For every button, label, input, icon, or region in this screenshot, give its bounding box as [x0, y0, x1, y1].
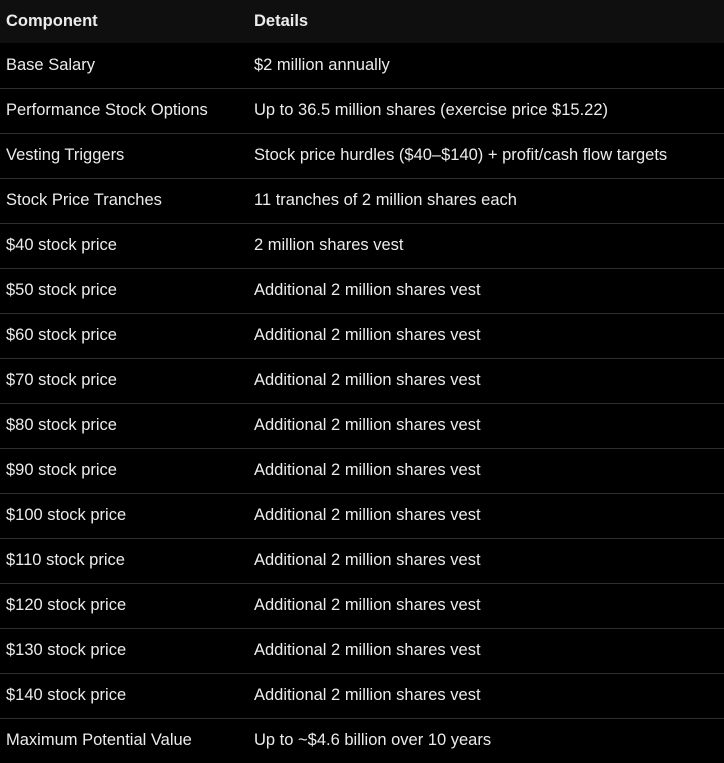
details-cell: Additional 2 million shares vest	[254, 641, 481, 659]
table-row: Maximum Potential Value Up to ~$4.6 bill…	[0, 718, 724, 763]
details-cell: Additional 2 million shares vest	[254, 551, 481, 569]
table-row: $110 stock price Additional 2 million sh…	[0, 538, 724, 583]
table-body: Base Salary $2 million annually Performa…	[0, 43, 724, 763]
component-cell: $40 stock price	[6, 236, 117, 254]
table-header: Component Details	[0, 0, 724, 43]
table-row: $50 stock price Additional 2 million sha…	[0, 268, 724, 313]
table-row: Stock Price Tranches 11 tranches of 2 mi…	[0, 178, 724, 223]
table-row: $60 stock price Additional 2 million sha…	[0, 313, 724, 358]
component-cell: $50 stock price	[6, 281, 117, 299]
table-row: $120 stock price Additional 2 million sh…	[0, 583, 724, 628]
component-cell: Vesting Triggers	[6, 146, 125, 164]
details-cell: Additional 2 million shares vest	[254, 371, 481, 389]
component-cell: $130 stock price	[6, 641, 127, 659]
component-cell: Base Salary	[6, 55, 95, 74]
column-header-details: Details	[254, 12, 309, 30]
component-cell: Maximum Potential Value	[6, 731, 192, 750]
column-header-component: Component	[6, 12, 98, 30]
details-cell: 11 tranches of 2 million shares each	[254, 191, 517, 209]
table-row: Base Salary $2 million annually	[0, 43, 724, 88]
table-row: $70 stock price Additional 2 million sha…	[0, 358, 724, 403]
table-row: $80 stock price Additional 2 million sha…	[0, 403, 724, 448]
details-cell: Additional 2 million shares vest	[254, 461, 481, 479]
details-cell: Additional 2 million shares vest	[254, 281, 481, 299]
component-cell: $60 stock price	[6, 326, 117, 344]
component-cell: $100 stock price	[6, 506, 127, 524]
table-row: $90 stock price Additional 2 million sha…	[0, 448, 724, 493]
details-cell: Additional 2 million shares vest	[254, 686, 481, 704]
details-cell: Stock price hurdles ($40–$140) + profit/…	[254, 146, 668, 164]
details-cell: 2 million shares vest	[254, 236, 404, 254]
component-cell: $110 stock price	[6, 551, 125, 569]
component-cell: Stock Price Tranches	[6, 191, 162, 209]
component-cell: $70 stock price	[6, 371, 117, 389]
compensation-table: Component Details Base Salary $2 million…	[0, 0, 724, 763]
details-cell: Up to 36.5 million shares (exercise pric…	[254, 101, 609, 119]
table-row: Performance Stock Options Up to 36.5 mil…	[0, 88, 724, 133]
table-row: $40 stock price 2 million shares vest	[0, 223, 724, 268]
header-row: Component Details	[0, 0, 724, 43]
component-cell: $120 stock price	[6, 596, 127, 614]
table-row: Vesting Triggers Stock price hurdles ($4…	[0, 133, 724, 178]
table-row: $100 stock price Additional 2 million sh…	[0, 493, 724, 538]
component-cell: $90 stock price	[6, 461, 117, 479]
table-row: $130 stock price Additional 2 million sh…	[0, 628, 724, 673]
details-cell: Additional 2 million shares vest	[254, 326, 481, 344]
details-cell: Additional 2 million shares vest	[254, 416, 481, 434]
component-cell: $80 stock price	[6, 416, 117, 434]
component-cell: $140 stock price	[6, 686, 127, 704]
component-cell: Performance Stock Options	[6, 101, 208, 119]
details-cell: $2 million annually	[254, 55, 390, 74]
details-cell: Additional 2 million shares vest	[254, 596, 481, 614]
details-cell: Additional 2 million shares vest	[254, 506, 481, 524]
table-row: $140 stock price Additional 2 million sh…	[0, 673, 724, 718]
details-cell: Up to ~$4.6 billion over 10 years	[254, 731, 492, 750]
